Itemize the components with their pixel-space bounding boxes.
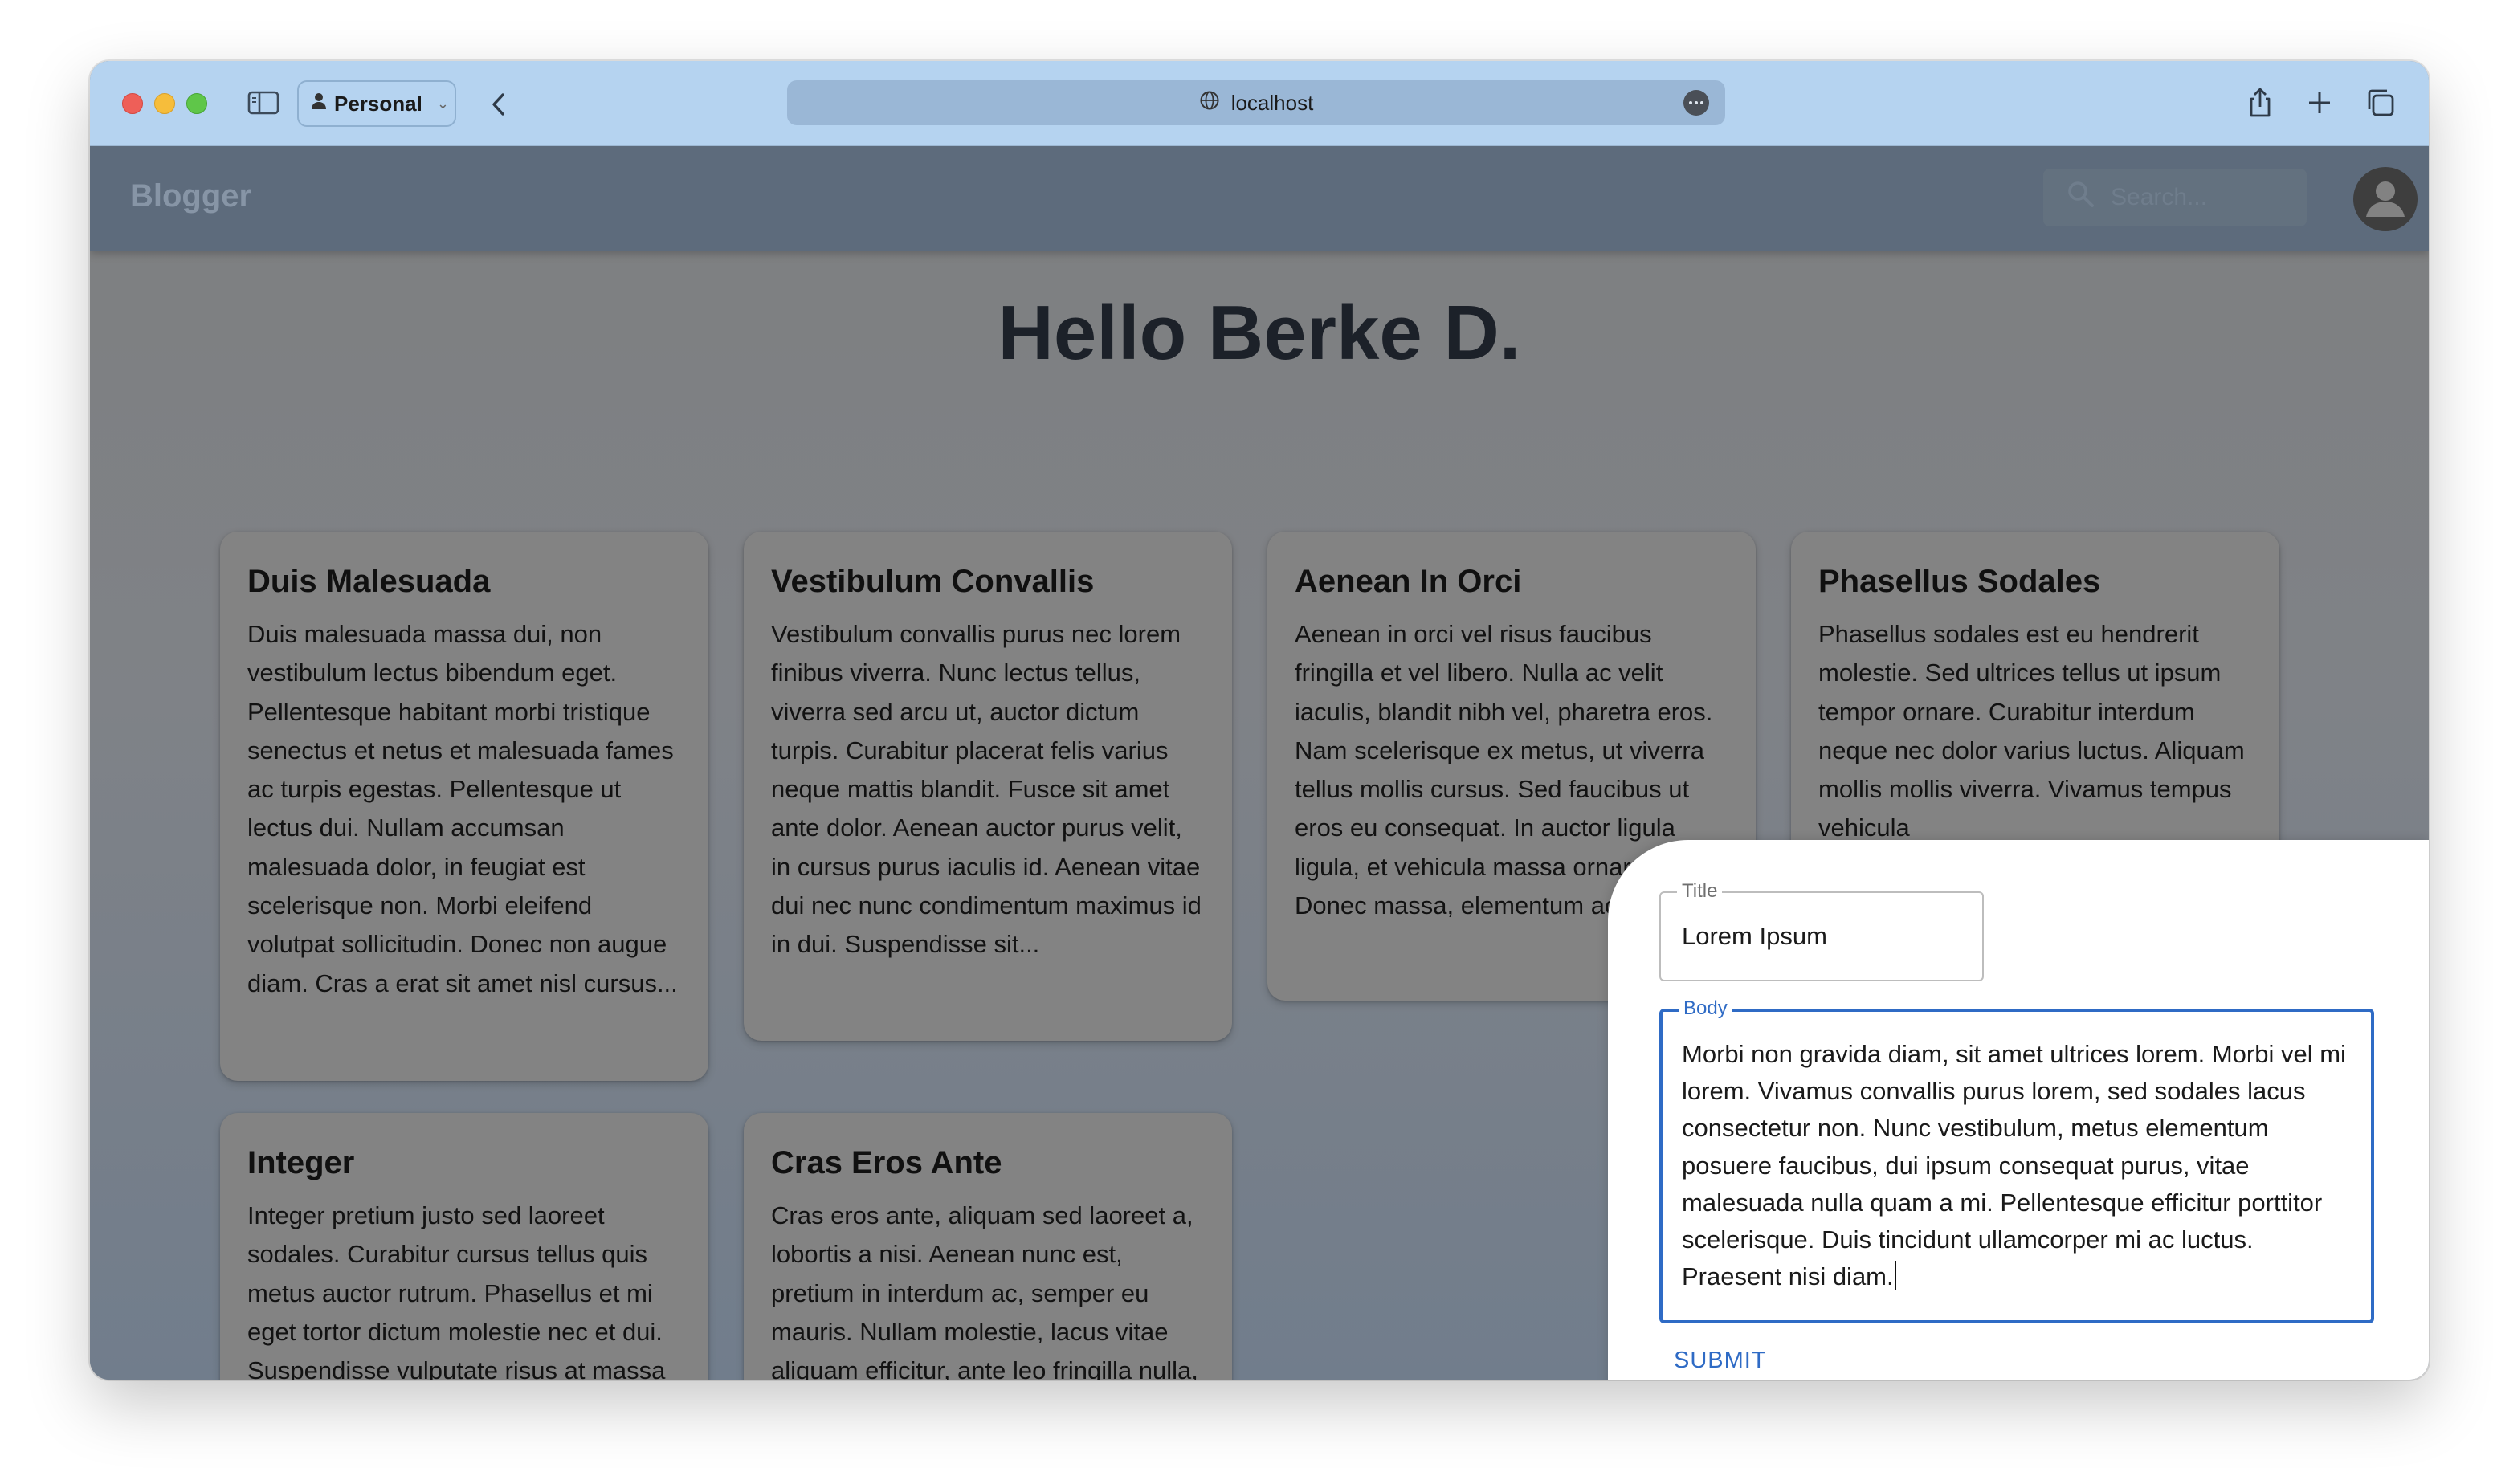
body-textarea[interactable]: Morbi non gravida diam, sit amet ultrice…: [1682, 1036, 2356, 1295]
url-text: localhost: [1230, 90, 1314, 115]
search-box[interactable]: Search...: [2043, 169, 2307, 226]
post-title: Aenean In Orci: [1295, 564, 1522, 599]
post-excerpt: Phasellus sodales est eu hendrerit moles…: [1818, 620, 2245, 842]
close-window-button[interactable]: [122, 93, 143, 114]
post-title: Phasellus Sodales: [1818, 564, 2101, 599]
title-input[interactable]: Lorem Ipsum: [1682, 922, 1827, 951]
post-title: Cras Eros Ante: [771, 1145, 1002, 1180]
minimize-window-button[interactable]: [154, 93, 175, 114]
sidebar-toggle-icon[interactable]: [247, 90, 279, 116]
browser-toolbar: Personal ⌄ localhost: [90, 61, 2429, 146]
submit-button[interactable]: SUBMIT: [1663, 1339, 1775, 1380]
text-cursor: [1894, 1261, 1896, 1290]
search-input[interactable]: Search...: [2111, 184, 2207, 211]
profile-label: Personal: [334, 91, 422, 116]
avatar[interactable]: [2353, 167, 2418, 231]
post-title: Vestibulum Convallis: [771, 564, 1095, 599]
post-title: Integer: [247, 1145, 355, 1180]
body-field[interactable]: Body Morbi non gravida diam, sit amet ul…: [1659, 997, 2374, 1323]
more-options-icon[interactable]: [1683, 90, 1709, 116]
back-arrow-icon[interactable]: [484, 85, 516, 124]
post-excerpt: Integer pretium justo sed laoreet sodale…: [247, 1201, 666, 1380]
post-card[interactable]: Integer Integer pretium justo sed laoree…: [220, 1113, 708, 1380]
post-card[interactable]: Vestibulum Convallis Vestibulum convalli…: [744, 532, 1232, 1041]
post-title: Duis Malesuada: [247, 564, 491, 599]
app-bar: Blogger Search...: [90, 146, 2429, 251]
tab-overview-icon[interactable]: [2363, 85, 2398, 120]
brand-logo[interactable]: Blogger: [130, 178, 251, 214]
page-title: Hello Berke D.: [998, 290, 1521, 376]
zoom-window-button[interactable]: [186, 93, 207, 114]
title-field[interactable]: Title Lorem Ipsum: [1659, 880, 1984, 981]
post-card[interactable]: Duis Malesuada Duis malesuada massa dui,…: [220, 532, 708, 1081]
browser-window: Personal ⌄ localhost Blogger Search... H…: [90, 61, 2429, 1380]
post-excerpt: Vestibulum convallis purus nec lorem fin…: [771, 620, 1202, 959]
profile-selector[interactable]: Personal ⌄: [297, 80, 456, 127]
person-icon: [310, 92, 328, 116]
post-excerpt: Duis malesuada massa dui, non vestibulum…: [247, 620, 678, 997]
new-tab-icon[interactable]: [2302, 85, 2337, 120]
globe-icon: [1199, 90, 1220, 116]
body-text: Morbi non gravida diam, sit amet ultrice…: [1682, 1040, 2346, 1291]
title-field-label: Title: [1677, 880, 1723, 903]
post-excerpt: Cras eros ante, aliquam sed laoreet a, l…: [771, 1201, 1198, 1380]
share-icon[interactable]: [2242, 85, 2278, 120]
page-content: Blogger Search... Hello Berke D. Duis Ma…: [90, 146, 2429, 1380]
search-icon: [2066, 179, 2096, 216]
post-card[interactable]: Cras Eros Ante Cras eros ante, aliquam s…: [744, 1113, 1232, 1380]
user-icon: [2366, 181, 2405, 217]
body-field-label: Body: [1679, 997, 1732, 1020]
new-post-form: Title Lorem Ipsum Body Morbi non gravida…: [1608, 840, 2429, 1380]
address-bar[interactable]: localhost: [787, 80, 1725, 125]
chevron-down-icon: ⌄: [436, 95, 449, 112]
